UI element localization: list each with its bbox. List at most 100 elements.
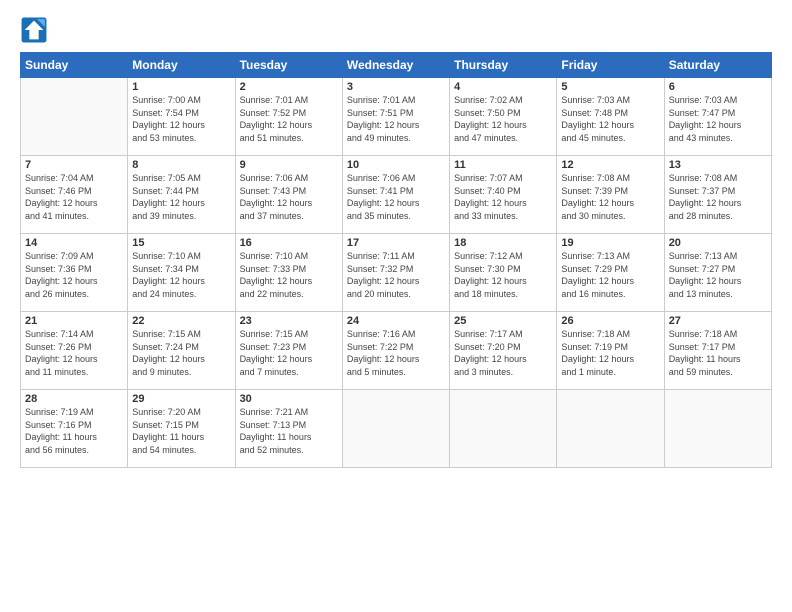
calendar-cell: 1Sunrise: 7:00 AM Sunset: 7:54 PM Daylig… (128, 78, 235, 156)
day-number: 4 (454, 81, 552, 93)
calendar-cell: 27Sunrise: 7:18 AM Sunset: 7:17 PM Dayli… (664, 312, 771, 390)
day-number: 17 (347, 237, 445, 249)
calendar-cell: 5Sunrise: 7:03 AM Sunset: 7:48 PM Daylig… (557, 78, 664, 156)
logo-icon (20, 16, 48, 44)
day-info: Sunrise: 7:10 AM Sunset: 7:34 PM Dayligh… (132, 250, 230, 300)
calendar-cell: 13Sunrise: 7:08 AM Sunset: 7:37 PM Dayli… (664, 156, 771, 234)
header (20, 16, 772, 44)
day-number: 19 (561, 237, 659, 249)
day-info: Sunrise: 7:09 AM Sunset: 7:36 PM Dayligh… (25, 250, 123, 300)
day-info: Sunrise: 7:10 AM Sunset: 7:33 PM Dayligh… (240, 250, 338, 300)
day-info: Sunrise: 7:07 AM Sunset: 7:40 PM Dayligh… (454, 172, 552, 222)
calendar-cell: 12Sunrise: 7:08 AM Sunset: 7:39 PM Dayli… (557, 156, 664, 234)
calendar-cell (557, 390, 664, 468)
day-number: 6 (669, 81, 767, 93)
page: SundayMondayTuesdayWednesdayThursdayFrid… (0, 0, 792, 612)
calendar-cell: 19Sunrise: 7:13 AM Sunset: 7:29 PM Dayli… (557, 234, 664, 312)
day-number: 12 (561, 159, 659, 171)
calendar-cell: 3Sunrise: 7:01 AM Sunset: 7:51 PM Daylig… (342, 78, 449, 156)
day-number: 27 (669, 315, 767, 327)
day-info: Sunrise: 7:00 AM Sunset: 7:54 PM Dayligh… (132, 94, 230, 144)
calendar-cell: 8Sunrise: 7:05 AM Sunset: 7:44 PM Daylig… (128, 156, 235, 234)
day-info: Sunrise: 7:13 AM Sunset: 7:29 PM Dayligh… (561, 250, 659, 300)
day-number: 1 (132, 81, 230, 93)
day-number: 18 (454, 237, 552, 249)
col-header-monday: Monday (128, 53, 235, 78)
col-header-thursday: Thursday (450, 53, 557, 78)
day-info: Sunrise: 7:03 AM Sunset: 7:48 PM Dayligh… (561, 94, 659, 144)
day-number: 8 (132, 159, 230, 171)
calendar-cell: 24Sunrise: 7:16 AM Sunset: 7:22 PM Dayli… (342, 312, 449, 390)
day-number: 9 (240, 159, 338, 171)
calendar-cell: 6Sunrise: 7:03 AM Sunset: 7:47 PM Daylig… (664, 78, 771, 156)
day-number: 24 (347, 315, 445, 327)
calendar-row-1: 7Sunrise: 7:04 AM Sunset: 7:46 PM Daylig… (21, 156, 772, 234)
logo (20, 16, 52, 44)
day-number: 14 (25, 237, 123, 249)
calendar-cell: 9Sunrise: 7:06 AM Sunset: 7:43 PM Daylig… (235, 156, 342, 234)
col-header-tuesday: Tuesday (235, 53, 342, 78)
calendar-cell: 20Sunrise: 7:13 AM Sunset: 7:27 PM Dayli… (664, 234, 771, 312)
day-number: 28 (25, 393, 123, 405)
day-number: 13 (669, 159, 767, 171)
calendar-row-4: 28Sunrise: 7:19 AM Sunset: 7:16 PM Dayli… (21, 390, 772, 468)
day-number: 3 (347, 81, 445, 93)
col-header-wednesday: Wednesday (342, 53, 449, 78)
day-number: 7 (25, 159, 123, 171)
day-number: 10 (347, 159, 445, 171)
calendar-cell: 25Sunrise: 7:17 AM Sunset: 7:20 PM Dayli… (450, 312, 557, 390)
calendar-cell: 10Sunrise: 7:06 AM Sunset: 7:41 PM Dayli… (342, 156, 449, 234)
day-info: Sunrise: 7:02 AM Sunset: 7:50 PM Dayligh… (454, 94, 552, 144)
day-info: Sunrise: 7:11 AM Sunset: 7:32 PM Dayligh… (347, 250, 445, 300)
day-info: Sunrise: 7:06 AM Sunset: 7:43 PM Dayligh… (240, 172, 338, 222)
calendar-cell: 4Sunrise: 7:02 AM Sunset: 7:50 PM Daylig… (450, 78, 557, 156)
day-number: 20 (669, 237, 767, 249)
day-info: Sunrise: 7:08 AM Sunset: 7:39 PM Dayligh… (561, 172, 659, 222)
calendar-cell: 17Sunrise: 7:11 AM Sunset: 7:32 PM Dayli… (342, 234, 449, 312)
day-info: Sunrise: 7:08 AM Sunset: 7:37 PM Dayligh… (669, 172, 767, 222)
day-number: 22 (132, 315, 230, 327)
day-info: Sunrise: 7:16 AM Sunset: 7:22 PM Dayligh… (347, 328, 445, 378)
day-info: Sunrise: 7:03 AM Sunset: 7:47 PM Dayligh… (669, 94, 767, 144)
calendar-cell: 23Sunrise: 7:15 AM Sunset: 7:23 PM Dayli… (235, 312, 342, 390)
calendar-cell: 22Sunrise: 7:15 AM Sunset: 7:24 PM Dayli… (128, 312, 235, 390)
day-info: Sunrise: 7:06 AM Sunset: 7:41 PM Dayligh… (347, 172, 445, 222)
day-info: Sunrise: 7:14 AM Sunset: 7:26 PM Dayligh… (25, 328, 123, 378)
day-number: 21 (25, 315, 123, 327)
calendar-header-row: SundayMondayTuesdayWednesdayThursdayFrid… (21, 53, 772, 78)
calendar-cell (450, 390, 557, 468)
day-info: Sunrise: 7:15 AM Sunset: 7:23 PM Dayligh… (240, 328, 338, 378)
day-info: Sunrise: 7:12 AM Sunset: 7:30 PM Dayligh… (454, 250, 552, 300)
calendar-row-3: 21Sunrise: 7:14 AM Sunset: 7:26 PM Dayli… (21, 312, 772, 390)
day-number: 25 (454, 315, 552, 327)
calendar-cell (664, 390, 771, 468)
calendar-cell: 21Sunrise: 7:14 AM Sunset: 7:26 PM Dayli… (21, 312, 128, 390)
calendar-cell: 18Sunrise: 7:12 AM Sunset: 7:30 PM Dayli… (450, 234, 557, 312)
day-number: 26 (561, 315, 659, 327)
day-info: Sunrise: 7:01 AM Sunset: 7:51 PM Dayligh… (347, 94, 445, 144)
calendar-cell: 15Sunrise: 7:10 AM Sunset: 7:34 PM Dayli… (128, 234, 235, 312)
col-header-sunday: Sunday (21, 53, 128, 78)
day-info: Sunrise: 7:04 AM Sunset: 7:46 PM Dayligh… (25, 172, 123, 222)
calendar-cell: 7Sunrise: 7:04 AM Sunset: 7:46 PM Daylig… (21, 156, 128, 234)
col-header-saturday: Saturday (664, 53, 771, 78)
day-number: 5 (561, 81, 659, 93)
calendar-row-2: 14Sunrise: 7:09 AM Sunset: 7:36 PM Dayli… (21, 234, 772, 312)
calendar-cell: 26Sunrise: 7:18 AM Sunset: 7:19 PM Dayli… (557, 312, 664, 390)
day-info: Sunrise: 7:21 AM Sunset: 7:13 PM Dayligh… (240, 406, 338, 456)
day-info: Sunrise: 7:01 AM Sunset: 7:52 PM Dayligh… (240, 94, 338, 144)
day-number: 2 (240, 81, 338, 93)
day-number: 23 (240, 315, 338, 327)
day-info: Sunrise: 7:19 AM Sunset: 7:16 PM Dayligh… (25, 406, 123, 456)
day-info: Sunrise: 7:15 AM Sunset: 7:24 PM Dayligh… (132, 328, 230, 378)
calendar-cell: 30Sunrise: 7:21 AM Sunset: 7:13 PM Dayli… (235, 390, 342, 468)
day-number: 29 (132, 393, 230, 405)
calendar-cell (21, 78, 128, 156)
calendar-row-0: 1Sunrise: 7:00 AM Sunset: 7:54 PM Daylig… (21, 78, 772, 156)
day-number: 30 (240, 393, 338, 405)
day-info: Sunrise: 7:18 AM Sunset: 7:17 PM Dayligh… (669, 328, 767, 378)
col-header-friday: Friday (557, 53, 664, 78)
day-info: Sunrise: 7:05 AM Sunset: 7:44 PM Dayligh… (132, 172, 230, 222)
calendar-cell: 14Sunrise: 7:09 AM Sunset: 7:36 PM Dayli… (21, 234, 128, 312)
day-info: Sunrise: 7:20 AM Sunset: 7:15 PM Dayligh… (132, 406, 230, 456)
